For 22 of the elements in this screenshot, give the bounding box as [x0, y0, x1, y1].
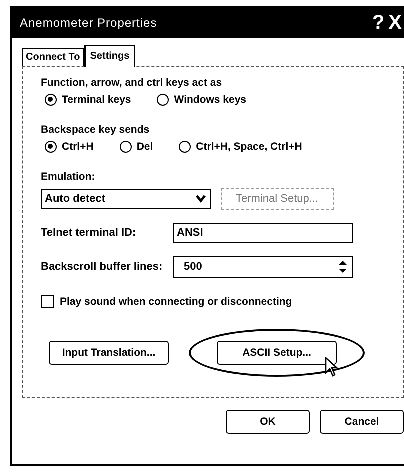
dialog-button[interactable]: Cancel [320, 410, 404, 434]
dialog-button[interactable]: Input Translation... [49, 341, 169, 365]
radio-button[interactable]: Ctrl+H [45, 141, 94, 153]
backscroll-spinner[interactable]: 500 [173, 256, 353, 278]
group-label: Backspace key sends [41, 124, 150, 136]
tab[interactable]: Settings [84, 45, 135, 67]
emulation-dropdown[interactable]: Auto detect [41, 189, 211, 209]
play-sound-checkbox[interactable]: Play sound when connecting or disconnecting [41, 295, 292, 308]
telnet-id-field[interactable]: ANSI [173, 223, 353, 243]
radio-button[interactable]: Ctrl+H, Space, Ctrl+H [179, 141, 302, 153]
dialog-button[interactable]: ASCII Setup... [217, 341, 337, 365]
radio-button[interactable]: Windows keys [157, 94, 247, 106]
radio-button[interactable]: Del [120, 141, 154, 153]
emulation-label: Emulation: [41, 171, 96, 183]
group-label: Function, arrow, and ctrl keys act as [41, 77, 222, 89]
spinner-arrows-icon [338, 259, 348, 275]
backscroll-label: Backscroll buffer lines: [41, 261, 163, 273]
window-title: Anemometer Properties [20, 16, 158, 30]
dialog-button[interactable]: OK [226, 410, 310, 434]
radio-button[interactable]: Terminal keys [45, 94, 132, 106]
tab[interactable]: Connect To [22, 48, 84, 66]
telnet-id-label: Telnet terminal ID: [41, 227, 138, 239]
